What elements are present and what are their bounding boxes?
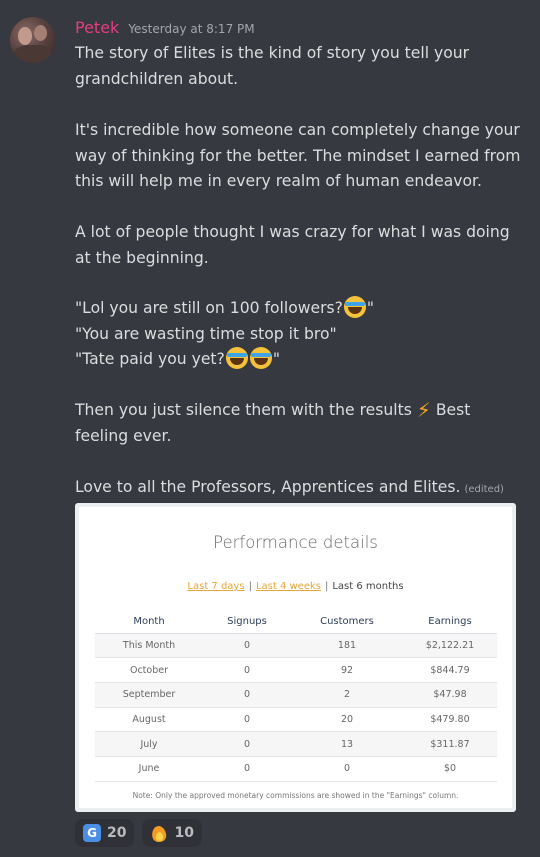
cell-month: June bbox=[95, 756, 203, 782]
message-paragraph: A lot of people thought I was crazy for … bbox=[75, 223, 510, 267]
table-row: July 0 13 $311.87 bbox=[95, 731, 497, 757]
cell-customers: 0 bbox=[291, 756, 403, 782]
cell-month: July bbox=[95, 731, 203, 757]
tab-separator: | bbox=[248, 581, 252, 592]
table-row: September 0 2 $47.98 bbox=[95, 682, 497, 708]
cell-customers: 2 bbox=[291, 682, 403, 708]
message-paragraph: It's incredible how someone can complete… bbox=[75, 121, 521, 190]
table-row: June 0 0 $0 bbox=[95, 756, 497, 782]
quote-line: "You are wasting time stop it bro" bbox=[75, 325, 337, 343]
table-row: This Month 0 181 $2,122.21 bbox=[95, 633, 497, 659]
reaction-g[interactable]: G 20 bbox=[75, 819, 135, 847]
cell-month: This Month bbox=[95, 633, 203, 659]
fire-icon bbox=[150, 823, 168, 843]
table-row: August 0 20 $479.80 bbox=[95, 707, 497, 733]
column-header: Customers bbox=[291, 611, 403, 634]
quote-text: "Tate paid you yet? bbox=[75, 350, 225, 368]
username[interactable]: Petek bbox=[75, 18, 119, 37]
column-header: Earnings bbox=[403, 611, 497, 634]
avatar[interactable] bbox=[10, 17, 56, 63]
edited-label: (edited) bbox=[464, 484, 504, 495]
cell-month: August bbox=[95, 707, 203, 733]
quote-text: "Lol you are still on 100 followers? bbox=[75, 299, 343, 317]
table-header-row: Month Signups Customers Earnings bbox=[95, 611, 497, 634]
cell-signups: 0 bbox=[203, 707, 291, 733]
column-header: Signups bbox=[203, 611, 291, 634]
message-paragraph: Love to all the Professors, Apprentices … bbox=[75, 475, 525, 503]
cell-signups: 0 bbox=[203, 756, 291, 782]
period-tabs: Last 7 days | Last 4 weeks | Last 6 months bbox=[79, 581, 512, 592]
performance-card-image[interactable]: Performance details Last 7 days | Last 4 w… bbox=[75, 503, 516, 812]
message-paragraph: The story of Elites is the kind of story… bbox=[75, 44, 470, 88]
joy-emoji-icon bbox=[343, 296, 366, 318]
tab-last-6-months: Last 6 months bbox=[332, 581, 404, 592]
cell-month: October bbox=[95, 657, 203, 683]
quote-close: " bbox=[366, 299, 375, 317]
cell-customers: 13 bbox=[291, 731, 403, 757]
message-header: Petek Yesterday at 8:17 PM bbox=[75, 18, 255, 37]
reaction-count: 20 bbox=[107, 825, 127, 841]
cell-earnings: $479.80 bbox=[403, 707, 497, 733]
cell-customers: 92 bbox=[291, 657, 403, 683]
cell-earnings: $0 bbox=[403, 756, 497, 782]
reactions-bar: G 20 10 bbox=[75, 819, 202, 847]
cell-signups: 0 bbox=[203, 731, 291, 757]
cell-month: September bbox=[95, 682, 203, 708]
joy-emoji-icon bbox=[225, 347, 248, 369]
text-part: Then you just silence them with the resu… bbox=[75, 401, 412, 419]
cell-signups: 0 bbox=[203, 657, 291, 683]
earnings-note: Note: Only the approved monetary commiss… bbox=[132, 791, 459, 800]
quote-line: "Tate paid you yet? " bbox=[75, 347, 525, 373]
cell-earnings: $2,122.21 bbox=[403, 633, 497, 659]
cell-customers: 20 bbox=[291, 707, 403, 733]
card-title: Performance details bbox=[213, 533, 378, 552]
quote-close: " bbox=[272, 350, 280, 368]
reaction-count: 10 bbox=[174, 825, 194, 841]
tab-last-4-weeks: Last 4 weeks bbox=[255, 581, 321, 592]
cell-earnings: $311.87 bbox=[403, 731, 497, 757]
g-icon: G bbox=[83, 824, 101, 842]
timestamp: Yesterday at 8:17 PM bbox=[128, 22, 255, 36]
tab-separator: | bbox=[324, 581, 329, 592]
tab-last-7-days: Last 7 days bbox=[187, 581, 245, 592]
message-paragraph: Then you just silence them with the resu… bbox=[75, 398, 525, 449]
quote-line: "Lol you are still on 100 followers? " bbox=[75, 296, 525, 322]
joy-emoji-icon bbox=[249, 347, 272, 369]
cell-customers: 181 bbox=[291, 633, 403, 659]
cell-signups: 0 bbox=[203, 633, 291, 659]
cell-signups: 0 bbox=[203, 682, 291, 708]
cell-earnings: $47.98 bbox=[403, 682, 497, 708]
reaction-fire[interactable]: 10 bbox=[142, 819, 202, 847]
lightning-icon: ⚡ bbox=[416, 398, 431, 422]
performance-table: Month Signups Customers Earnings This Mo… bbox=[95, 611, 497, 782]
column-header: Month bbox=[95, 611, 203, 634]
table-row: October 0 92 $844.79 bbox=[95, 657, 497, 683]
text-part: Love to all the Professors, Apprentices … bbox=[75, 478, 461, 496]
cell-earnings: $844.79 bbox=[403, 657, 497, 683]
